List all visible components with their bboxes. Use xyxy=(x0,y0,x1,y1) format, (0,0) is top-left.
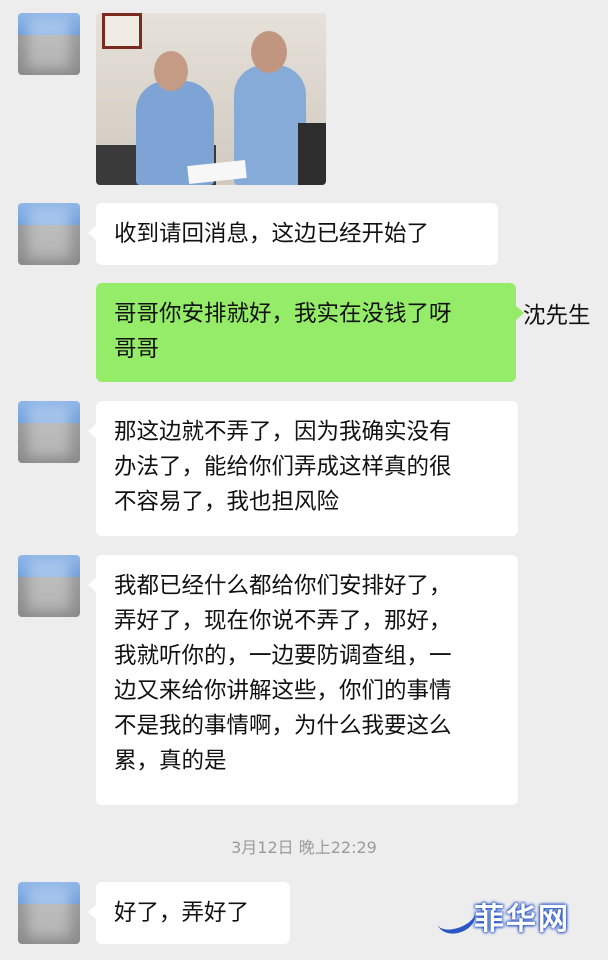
photo-officer-seated-head xyxy=(154,51,188,91)
message-text: 我都已经什么都给你们安排好了， 弄好了，现在你说不弄了，那好， 我就听你的，一边… xyxy=(114,573,452,774)
watermark-text: 菲华网 xyxy=(474,902,570,937)
message-text: 好了，弄好了 xyxy=(114,900,250,926)
contact-avatar[interactable] xyxy=(18,555,80,617)
photo-frame xyxy=(102,13,142,49)
photo-chair xyxy=(298,123,326,185)
message-bubble[interactable]: 好了，弄好了 xyxy=(88,882,290,944)
chat-timestamp: 3月12日 晚上22:29 xyxy=(231,838,377,857)
message-text: 收到请回消息，这边已经开始了 xyxy=(114,221,430,247)
message-bubble[interactable]: 我都已经什么都给你们安排好了， 弄好了，现在你说不弄了，那好， 我就听你的，一边… xyxy=(88,555,518,805)
my-message-bubble[interactable]: 哥哥你安排就好，我实在没钱了呀 哥哥 xyxy=(96,283,524,382)
contact-avatar[interactable] xyxy=(18,401,80,463)
message-text: 哥哥你安排就好，我实在没钱了呀 哥哥 xyxy=(114,301,452,362)
message-bubble[interactable]: 那这边就不弄了，因为我确实没有 办法了，能给你们弄成这样真的很 不容易了，我也担… xyxy=(88,401,518,536)
watermark-logo: 菲华网 xyxy=(431,884,596,940)
contact-avatar[interactable] xyxy=(18,882,80,944)
message-text: 那这边就不弄了，因为我确实没有 办法了，能给你们弄成这样真的很 不容易了，我也担… xyxy=(114,419,452,515)
message-bubble[interactable]: 收到请回消息，这边已经开始了 xyxy=(88,203,498,265)
chat-image-officers[interactable] xyxy=(96,13,326,185)
watermark-swoosh-icon xyxy=(431,896,481,939)
contact-avatar[interactable] xyxy=(18,203,80,265)
contact-avatar[interactable] xyxy=(18,13,80,75)
photo-officer-standing-head xyxy=(251,31,287,73)
sender-name: 沈先生 xyxy=(523,303,591,329)
